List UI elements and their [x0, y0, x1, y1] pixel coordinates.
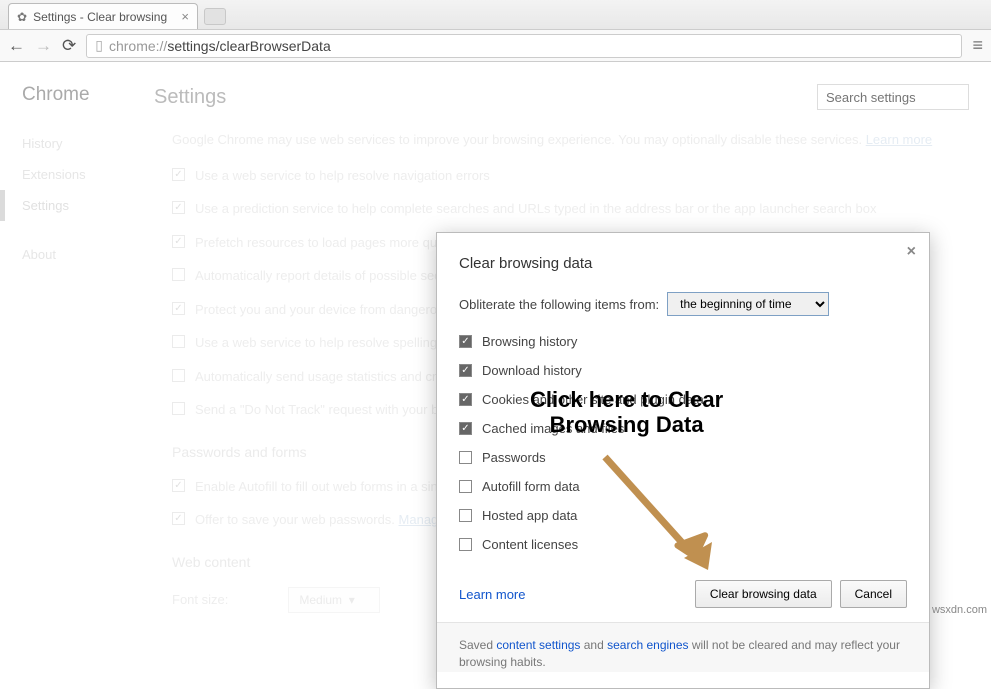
page-title: Settings: [154, 86, 226, 109]
checkbox-icon[interactable]: [459, 364, 472, 377]
checkbox-icon[interactable]: [459, 538, 472, 551]
option-label: Download history: [482, 363, 582, 378]
dialog-footer: Saved content settings and search engine…: [437, 622, 929, 672]
clear-data-option-row[interactable]: Content licenses: [459, 537, 907, 552]
clear-data-option-row[interactable]: Autofill form data: [459, 479, 907, 494]
option-label: Content licenses: [482, 537, 578, 552]
tab-title: Settings - Clear browsing: [33, 10, 167, 24]
browser-tab[interactable]: ✿ Settings - Clear browsing ×: [8, 3, 198, 29]
checkbox-icon[interactable]: [459, 509, 472, 522]
cancel-button[interactable]: Cancel: [840, 580, 907, 608]
option-label: Passwords: [482, 450, 546, 465]
checkbox-icon[interactable]: [459, 480, 472, 493]
gear-icon: ✿: [17, 10, 27, 24]
clear-data-option-row[interactable]: Browsing history: [459, 334, 907, 349]
obliterate-label: Obliterate the following items from:: [459, 297, 659, 312]
option-label: Cookies and other site and plugin data: [482, 392, 704, 407]
clear-data-option-row[interactable]: Cookies and other site and plugin data: [459, 392, 907, 407]
checkbox-icon[interactable]: [459, 422, 472, 435]
option-label: Hosted app data: [482, 508, 577, 523]
chrome-menu-icon[interactable]: ≡: [972, 35, 983, 56]
new-tab-button[interactable]: [204, 8, 226, 25]
checkbox-icon[interactable]: [459, 451, 472, 464]
option-label: Autofill form data: [482, 479, 580, 494]
sidebar-title: Chrome: [22, 84, 154, 106]
clear-data-option-row[interactable]: Download history: [459, 363, 907, 378]
back-button[interactable]: ←: [8, 36, 25, 56]
address-bar[interactable]: ▯ chrome://settings/clearBrowserData: [86, 34, 962, 58]
dialog-title: Clear browsing data: [459, 255, 907, 272]
search-engines-link[interactable]: search engines: [607, 638, 688, 652]
close-tab-icon[interactable]: ×: [181, 9, 189, 24]
checkbox-icon[interactable]: [459, 335, 472, 348]
close-dialog-icon[interactable]: ×: [907, 243, 916, 261]
clear-data-option-row[interactable]: Cached images and files: [459, 421, 907, 436]
clear-browsing-data-dialog: × Clear browsing data Obliterate the fol…: [436, 232, 930, 689]
option-label: Cached images and files: [482, 421, 624, 436]
learn-more-link[interactable]: Learn more: [459, 587, 525, 602]
clear-browsing-data-button[interactable]: Clear browsing data: [695, 580, 832, 608]
clear-data-option-row[interactable]: Hosted app data: [459, 508, 907, 523]
reload-button[interactable]: ⟳: [62, 36, 76, 56]
search-settings-input[interactable]: [817, 84, 969, 110]
time-range-select[interactable]: the beginning of time: [667, 292, 829, 316]
browser-toolbar: ← → ⟳ ▯ chrome://settings/clearBrowserDa…: [0, 29, 991, 62]
watermark: wsxdn.com: [932, 604, 987, 616]
url-path: settings/clearBrowserData: [167, 38, 330, 54]
url-scheme: chrome://: [109, 38, 167, 54]
page-icon: ▯: [95, 37, 103, 54]
clear-data-option-row[interactable]: Passwords: [459, 450, 907, 465]
tab-strip: ✿ Settings - Clear browsing ×: [0, 0, 991, 29]
checkbox-icon[interactable]: [459, 393, 472, 406]
forward-button[interactable]: →: [35, 36, 52, 56]
option-label: Browsing history: [482, 334, 577, 349]
content-settings-link[interactable]: content settings: [496, 638, 580, 652]
